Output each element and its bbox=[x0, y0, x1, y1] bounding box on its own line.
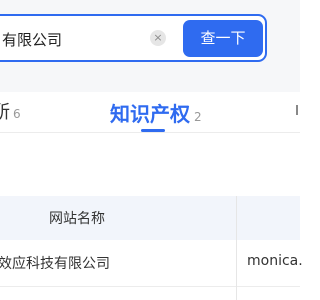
tab-intellectual-property[interactable]: 知识产权 2 bbox=[110, 98, 202, 127]
search-area: 有限公司 × 查一下 bbox=[0, 0, 300, 92]
cell-site-name: 效应科技有限公司 bbox=[0, 256, 110, 272]
table-row: 效应科技有限公司 monica. bbox=[0, 240, 303, 287]
column-divider bbox=[236, 196, 237, 300]
search-query-text: 有限公司 bbox=[2, 31, 63, 49]
website-table: 网站名称 效应科技有限公司 monica. bbox=[0, 196, 303, 300]
tab-label: 知识产权 bbox=[110, 102, 190, 126]
tab-next-partial[interactable] bbox=[296, 105, 298, 115]
tab-count: 2 bbox=[194, 110, 202, 124]
tab-previous[interactable]: 所6 bbox=[0, 98, 21, 124]
tab-count: 6 bbox=[13, 107, 21, 121]
active-tab-indicator bbox=[141, 129, 165, 132]
search-button[interactable]: 查一下 bbox=[183, 20, 263, 57]
clear-icon[interactable]: × bbox=[150, 30, 166, 46]
tab-bar: 所6 知识产权 2 bbox=[0, 92, 300, 133]
column-header-site-name: 网站名称 bbox=[49, 211, 105, 227]
table-header: 网站名称 bbox=[0, 196, 300, 240]
tab-label: 所 bbox=[0, 102, 10, 123]
cell-site-url[interactable]: monica. bbox=[247, 253, 303, 269]
